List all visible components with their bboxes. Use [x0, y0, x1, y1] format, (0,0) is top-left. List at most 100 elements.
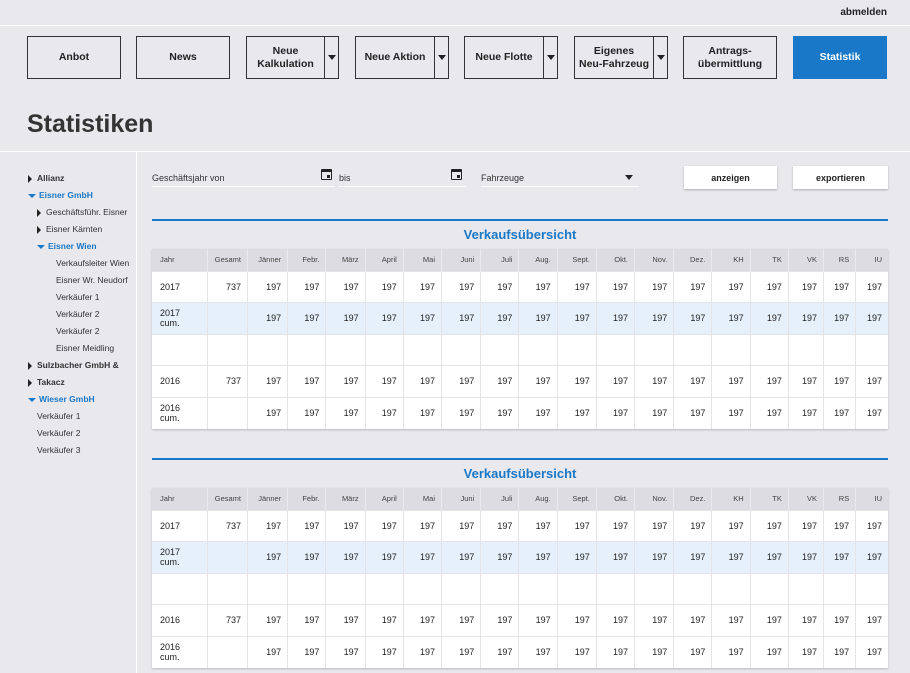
table-cell: 197 — [634, 302, 674, 334]
column-header[interactable]: Febr. — [287, 249, 326, 271]
export-button[interactable]: exportieren — [793, 166, 888, 189]
tree-item[interactable]: Verkäufer 2 — [28, 323, 136, 340]
column-header[interactable]: Nov. — [634, 488, 674, 510]
tree-item[interactable]: Verkaufsleiter Wien — [28, 255, 136, 272]
tree-item[interactable]: Eisner Kärnten — [28, 221, 136, 238]
tree-item[interactable]: Verkäufer 2 — [28, 425, 136, 442]
tree-item[interactable]: Eisner Meidling — [28, 340, 136, 357]
tree-item[interactable]: Geschäftsführ. Eisner — [28, 204, 136, 221]
table-cell: 197 — [364, 541, 404, 573]
nav-button-1[interactable]: News — [136, 36, 230, 79]
nav-button-7[interactable]: Statistik — [793, 36, 887, 79]
column-header[interactable]: Juni — [441, 249, 481, 271]
column-header[interactable]: Jänner — [246, 249, 288, 271]
caret-right-icon[interactable] — [28, 378, 32, 387]
column-header[interactable]: Dez. — [673, 249, 712, 271]
column-header[interactable]: Nov. — [634, 249, 674, 271]
tree-item[interactable]: Allianz — [28, 170, 136, 187]
column-header[interactable]: Gesamt — [206, 249, 248, 271]
vehicle-type-select[interactable]: Fahrzeuge — [481, 166, 639, 187]
column-header[interactable]: Okt. — [595, 249, 635, 271]
caret-right-icon[interactable] — [28, 174, 32, 183]
caret-right-icon[interactable] — [28, 361, 32, 370]
column-header[interactable]: Juni — [441, 488, 481, 510]
dropdown-toggle[interactable] — [324, 37, 338, 78]
tree-item[interactable]: Eisner Wr. Neudorf — [28, 272, 136, 289]
tree-item[interactable]: Eisner Wien — [28, 238, 136, 255]
calendar-icon[interactable] — [321, 169, 332, 180]
tree-item[interactable]: Wieser GmbH — [28, 391, 136, 408]
nav-button-2[interactable]: Neue Kalkulation — [246, 36, 339, 79]
column-header[interactable]: VK — [787, 249, 824, 271]
column-header[interactable]: KH — [711, 488, 751, 510]
column-header[interactable]: TK — [749, 249, 789, 271]
column-header[interactable]: März — [325, 488, 366, 510]
table-cell: 197 — [673, 396, 712, 429]
table-cell — [246, 572, 288, 605]
column-header[interactable]: Juli — [480, 488, 519, 510]
column-header[interactable]: Aug. — [518, 249, 558, 271]
column-header[interactable]: IU — [855, 249, 888, 271]
tree-item[interactable]: Verkäufer 1 — [28, 289, 136, 306]
caret-down-icon[interactable] — [28, 193, 36, 198]
fiscal-year-to-field[interactable]: bis — [339, 166, 466, 187]
column-header[interactable]: RS — [823, 249, 856, 271]
column-header[interactable]: RS — [823, 488, 856, 510]
column-header[interactable]: Mai — [402, 488, 442, 510]
table-cell — [823, 572, 856, 605]
table-cell: 2016 — [152, 604, 208, 636]
nav-button-4[interactable]: Neue Flotte — [464, 36, 558, 79]
tree-item[interactable]: Takacz — [28, 374, 136, 391]
column-header[interactable]: Sept. — [556, 488, 597, 510]
column-header[interactable]: Dez. — [673, 488, 712, 510]
column-header[interactable]: Jahr — [152, 488, 208, 510]
nav-button-0[interactable]: Anbot — [27, 36, 121, 79]
fiscal-year-from-field[interactable]: Geschäftsjahr von — [152, 166, 335, 187]
table-cell — [673, 572, 712, 605]
column-header[interactable]: April — [364, 488, 404, 510]
table-cell: 2017 — [152, 509, 208, 542]
tree-item[interactable]: Verkäufer 1 — [28, 408, 136, 425]
column-header[interactable]: Juli — [480, 249, 519, 271]
table-cell: 197 — [518, 635, 558, 668]
column-header[interactable]: VK — [787, 488, 824, 510]
column-header[interactable]: April — [364, 249, 404, 271]
table-row — [152, 333, 888, 366]
column-header[interactable]: KH — [711, 249, 751, 271]
table-cell: 197 — [634, 509, 674, 542]
column-header[interactable]: Sept. — [556, 249, 597, 271]
dropdown-toggle[interactable] — [653, 37, 667, 78]
tree-item[interactable]: Eisner GmbH — [28, 187, 136, 204]
tree-item[interactable]: Sulzbacher GmbH & — [28, 357, 136, 374]
calendar-icon[interactable] — [451, 169, 462, 180]
table-cell: 197 — [673, 635, 712, 668]
table-cell: 197 — [287, 541, 326, 573]
dropdown-toggle[interactable] — [434, 37, 448, 78]
tree-item[interactable]: Verkäufer 2 — [28, 306, 136, 323]
dropdown-toggle[interactable] — [543, 37, 557, 78]
column-header[interactable]: Okt. — [595, 488, 635, 510]
column-header[interactable]: Jänner — [246, 488, 288, 510]
column-header[interactable]: Mai — [402, 249, 442, 271]
column-header[interactable]: Aug. — [518, 488, 558, 510]
column-header[interactable]: IU — [855, 488, 888, 510]
fiscal-year-from-label: Geschäftsjahr von — [152, 173, 225, 183]
column-header[interactable]: TK — [749, 488, 789, 510]
nav-button-6[interactable]: Antrags- übermittlung — [683, 36, 777, 79]
caret-right-icon[interactable] — [37, 225, 41, 234]
caret-down-icon[interactable] — [37, 244, 45, 249]
caret-down-icon[interactable] — [28, 397, 36, 402]
logout-link[interactable]: abmelden — [840, 7, 887, 18]
column-header[interactable]: Febr. — [287, 488, 326, 510]
table-cell: 197 — [518, 365, 558, 397]
caret-right-icon[interactable] — [37, 208, 41, 217]
show-button[interactable]: anzeigen — [684, 166, 777, 189]
tree-item[interactable]: Verkäufer 3 — [28, 442, 136, 459]
column-header[interactable]: März — [325, 249, 366, 271]
column-header[interactable]: Jahr — [152, 249, 208, 271]
table-cell: 197 — [402, 302, 442, 334]
nav-button-3[interactable]: Neue Aktion — [355, 36, 449, 79]
table-cell — [246, 333, 288, 366]
column-header[interactable]: Gesamt — [206, 488, 248, 510]
nav-button-5[interactable]: Eigenes Neu-Fahrzeug — [574, 36, 668, 79]
